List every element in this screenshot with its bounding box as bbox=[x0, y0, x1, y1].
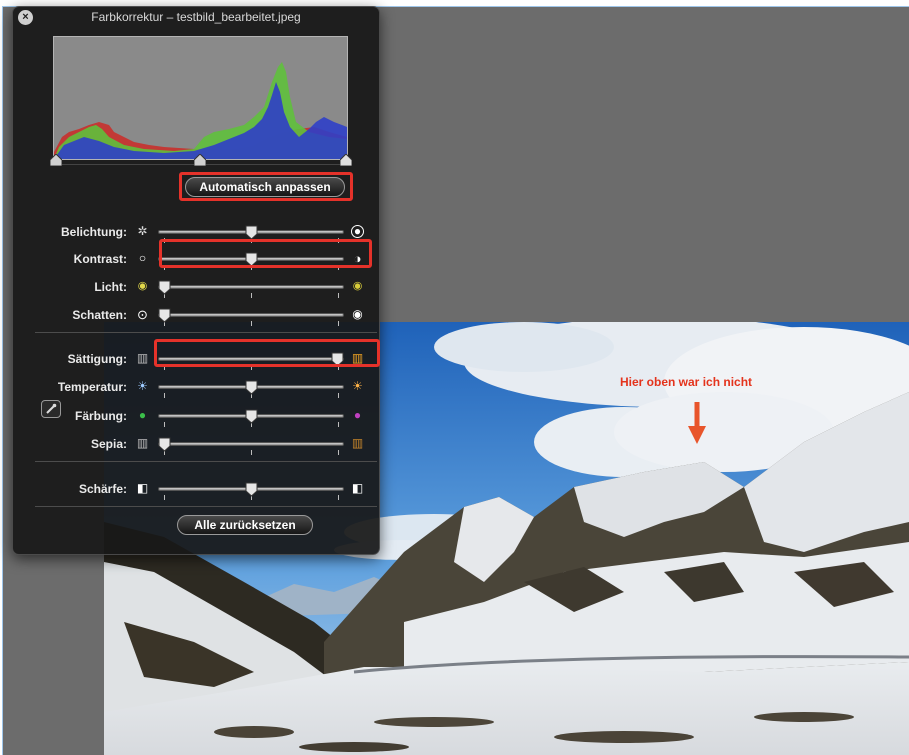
slider-label: Temperatur: bbox=[57, 380, 127, 394]
magenta-tint-icon[interactable]: ● bbox=[351, 409, 364, 422]
slider-thumb[interactable] bbox=[245, 482, 258, 497]
sharp-icon[interactable]: ◧ bbox=[351, 482, 364, 495]
warm-sun-icon[interactable]: ☀ bbox=[351, 380, 364, 393]
highlight-box-contrast bbox=[159, 239, 372, 268]
desaturated-icon[interactable]: ▥ bbox=[136, 352, 149, 365]
reset-all-button[interactable]: Alle zurücksetzen bbox=[177, 515, 313, 535]
slider-thumb[interactable] bbox=[331, 352, 344, 367]
soft-icon[interactable]: ◧ bbox=[136, 482, 149, 495]
slider-track[interactable] bbox=[158, 442, 344, 446]
white-point-handle[interactable] bbox=[339, 153, 353, 167]
slider-tick bbox=[338, 422, 340, 427]
bright-aperture-icon[interactable]: ● bbox=[351, 225, 364, 238]
eyedropper-icon[interactable] bbox=[41, 400, 61, 418]
slider-tick bbox=[338, 265, 340, 270]
slider-tick bbox=[338, 495, 340, 500]
slider-label: Schatten: bbox=[72, 308, 127, 322]
slider-tick bbox=[251, 321, 252, 326]
highlight-low-icon[interactable]: ◉ bbox=[136, 280, 149, 293]
slider-tick bbox=[163, 238, 165, 243]
saturated-icon[interactable]: ▥ bbox=[351, 352, 364, 365]
slider-tick bbox=[338, 238, 340, 243]
cool-sun-icon[interactable]: ☀ bbox=[136, 380, 149, 393]
slider-tick bbox=[338, 321, 340, 326]
slider-label: Sättigung: bbox=[67, 352, 127, 366]
slider-track[interactable] bbox=[158, 313, 344, 317]
slider-tick bbox=[338, 393, 340, 398]
slider-thumb[interactable] bbox=[158, 437, 171, 452]
slider-label: Färbung: bbox=[75, 409, 127, 423]
slider-tick bbox=[251, 450, 252, 455]
slider-thumb[interactable] bbox=[245, 225, 258, 240]
no-sepia-icon[interactable]: ▥ bbox=[136, 437, 149, 450]
highlight-box-saturation bbox=[154, 339, 380, 367]
auto-adjust-button[interactable]: Automatisch anpassen bbox=[185, 177, 345, 197]
sepia-icon[interactable]: ▥ bbox=[351, 437, 364, 450]
arrow-down-icon bbox=[688, 402, 706, 449]
histogram bbox=[53, 36, 348, 160]
slider-track[interactable] bbox=[158, 357, 344, 361]
slider-label: Licht: bbox=[94, 280, 127, 294]
black-point-handle[interactable] bbox=[49, 153, 63, 167]
divider bbox=[35, 332, 377, 333]
slider-tick bbox=[338, 293, 340, 298]
shadow-low-icon[interactable]: ⊙ bbox=[136, 308, 149, 321]
slider-tick bbox=[163, 495, 165, 500]
slider-tick bbox=[163, 422, 165, 427]
slider-tick bbox=[163, 393, 165, 398]
slider-label: Schärfe: bbox=[78, 482, 127, 496]
color-correction-panel: × Farbkorrektur – testbild_bearbeitet.jp… bbox=[12, 6, 380, 555]
photo-annotation: Hier oben war ich nicht bbox=[620, 375, 753, 389]
slider-label: Belichtung: bbox=[61, 225, 127, 239]
slider-tick bbox=[163, 365, 165, 370]
slider-thumb[interactable] bbox=[158, 280, 171, 295]
contrast-high-icon[interactable]: ◑ bbox=[351, 252, 364, 265]
slider-thumb[interactable] bbox=[245, 252, 258, 267]
slider-thumb[interactable] bbox=[245, 409, 258, 424]
slider-tick bbox=[338, 450, 340, 455]
slider-tick bbox=[251, 293, 252, 298]
slider-track[interactable] bbox=[158, 285, 344, 289]
panel-title: Farbkorrektur – testbild_bearbeitet.jpeg bbox=[91, 10, 301, 24]
midpoint-handle[interactable] bbox=[193, 153, 207, 167]
slider-tick bbox=[163, 265, 165, 270]
slider-label: Kontrast: bbox=[73, 252, 127, 266]
aperture-icon[interactable]: ✲ bbox=[136, 225, 149, 238]
contrast-low-icon[interactable]: ○ bbox=[136, 252, 149, 265]
slider-label: Sepia: bbox=[90, 437, 127, 451]
shadow-high-icon[interactable]: ◉ bbox=[351, 308, 364, 321]
slider-tick bbox=[251, 365, 252, 370]
divider bbox=[35, 461, 377, 462]
green-tint-icon[interactable]: ● bbox=[136, 409, 149, 422]
slider-thumb[interactable] bbox=[245, 380, 258, 395]
slider-thumb[interactable] bbox=[158, 308, 171, 323]
highlight-high-icon[interactable]: ◉ bbox=[351, 280, 364, 293]
divider bbox=[35, 506, 377, 507]
